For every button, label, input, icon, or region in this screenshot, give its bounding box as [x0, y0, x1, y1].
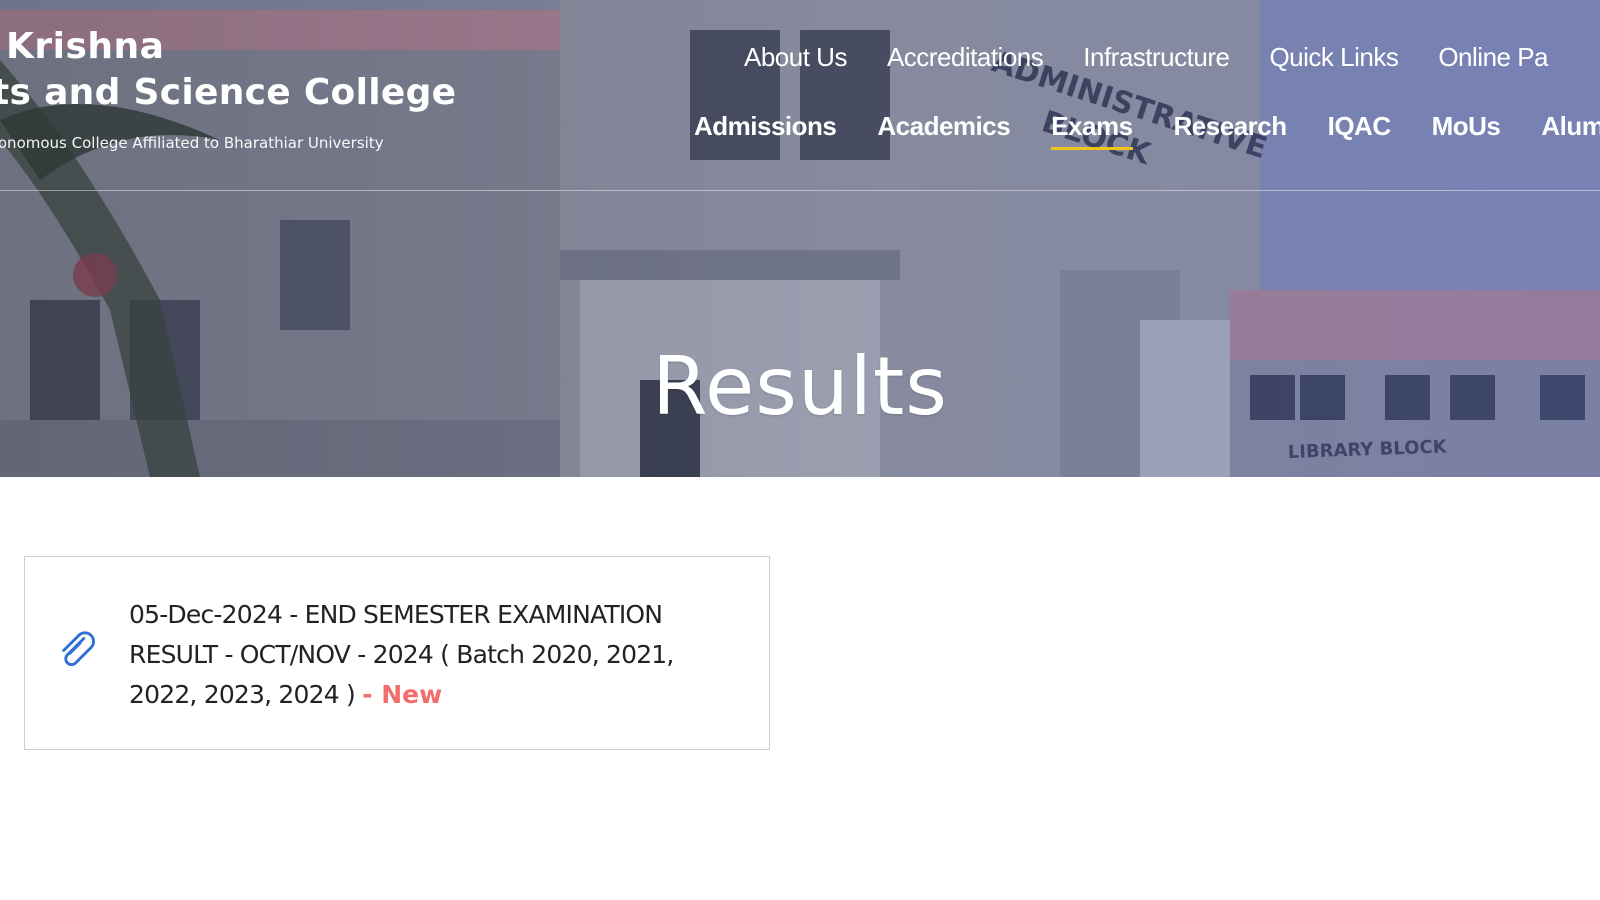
nav-accreditations[interactable]: Accreditations — [887, 42, 1044, 73]
paperclip-icon — [62, 631, 95, 666]
header-divider — [0, 190, 1600, 191]
nav-about-us[interactable]: About Us — [744, 42, 847, 73]
brand-name-line1[interactable]: Krishna — [6, 26, 164, 67]
page-title: Results — [652, 339, 948, 433]
brand-name-line2[interactable]: ts and Science College — [0, 72, 456, 113]
nav-research[interactable]: Research — [1174, 111, 1288, 150]
nav-exams[interactable]: Exams — [1051, 111, 1133, 150]
nav-infrastructure[interactable]: Infrastructure — [1083, 42, 1230, 73]
main-navigation: Admissions Academics Exams Research IQAC… — [694, 111, 1600, 150]
nav-quick-links[interactable]: Quick Links — [1269, 42, 1398, 73]
result-card[interactable]: 05-Dec-2024 - END SEMESTER EXAMINATION R… — [24, 556, 770, 750]
result-link[interactable]: 05-Dec-2024 - END SEMESTER EXAMINATION R… — [129, 595, 689, 715]
nav-academics[interactable]: Academics — [877, 111, 1010, 150]
top-navigation: About Us Accreditations Infrastructure Q… — [744, 42, 1588, 73]
nav-admissions[interactable]: Admissions — [694, 111, 837, 150]
nav-mous[interactable]: MoUs — [1432, 111, 1501, 150]
nav-online-payment[interactable]: Online Pa — [1438, 42, 1548, 73]
hero-banner: LIBRARY BLOCK ADMINISTRATIVE BLOCK Krish… — [0, 0, 1600, 477]
nav-iqac[interactable]: IQAC — [1328, 111, 1392, 150]
brand-tagline: tonomous College Affiliated to Bharathia… — [0, 134, 384, 152]
new-badge: - New — [362, 680, 443, 709]
nav-alumni[interactable]: Alum — [1541, 111, 1600, 150]
